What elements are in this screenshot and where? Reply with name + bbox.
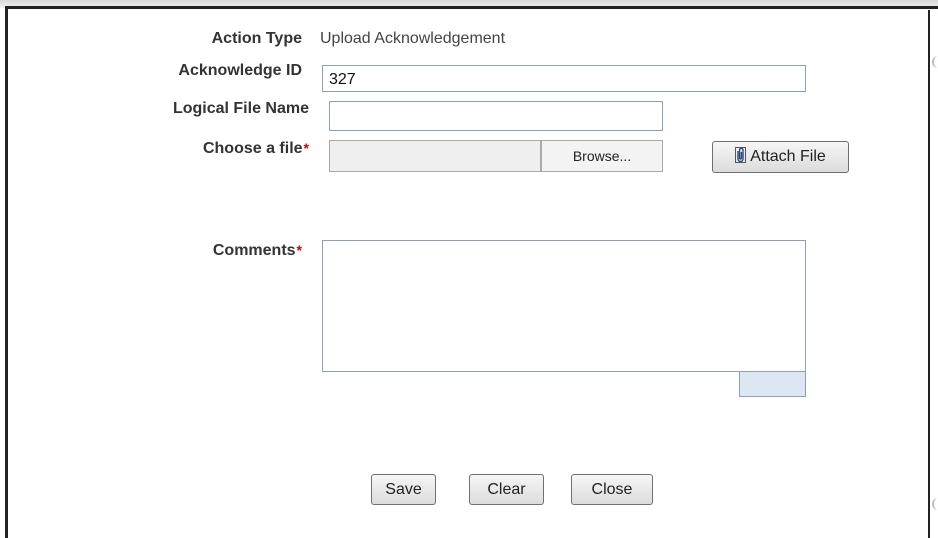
scroll-edge-marker <box>932 498 938 510</box>
file-path-field[interactable] <box>329 140 541 172</box>
required-marker: * <box>303 140 309 156</box>
window-top-border <box>6 6 938 9</box>
action-type-value: Upload Acknowledgement <box>320 30 506 47</box>
choose-file-label: Choose a file* <box>203 140 309 158</box>
acknowledge-id-input[interactable] <box>322 65 806 92</box>
logical-file-name-label: Logical File Name <box>172 100 309 117</box>
textarea-resize-handle[interactable] <box>739 372 806 397</box>
close-button[interactable]: Close <box>571 474 653 505</box>
logical-file-name-input[interactable] <box>329 101 663 131</box>
paperclip-icon <box>735 146 747 168</box>
action-type-label: Action Type <box>211 30 302 47</box>
attach-file-button[interactable]: Attach File <box>712 141 849 173</box>
window-left-border <box>5 6 8 538</box>
window-right-border <box>928 10 930 538</box>
choose-file-label-text: Choose a file <box>202 140 303 157</box>
comments-label-text: Comments <box>212 242 296 259</box>
comments-textarea[interactable] <box>322 240 806 372</box>
clear-button[interactable]: Clear <box>469 474 544 505</box>
browse-button[interactable]: Browse... <box>541 140 663 172</box>
attach-file-label: Attach File <box>750 148 826 165</box>
save-button[interactable]: Save <box>371 474 436 505</box>
scroll-edge-marker <box>932 56 938 68</box>
required-marker: * <box>296 242 302 258</box>
acknowledge-id-label: Acknowledge ID <box>178 62 302 79</box>
comments-label: Comments* <box>213 242 302 260</box>
